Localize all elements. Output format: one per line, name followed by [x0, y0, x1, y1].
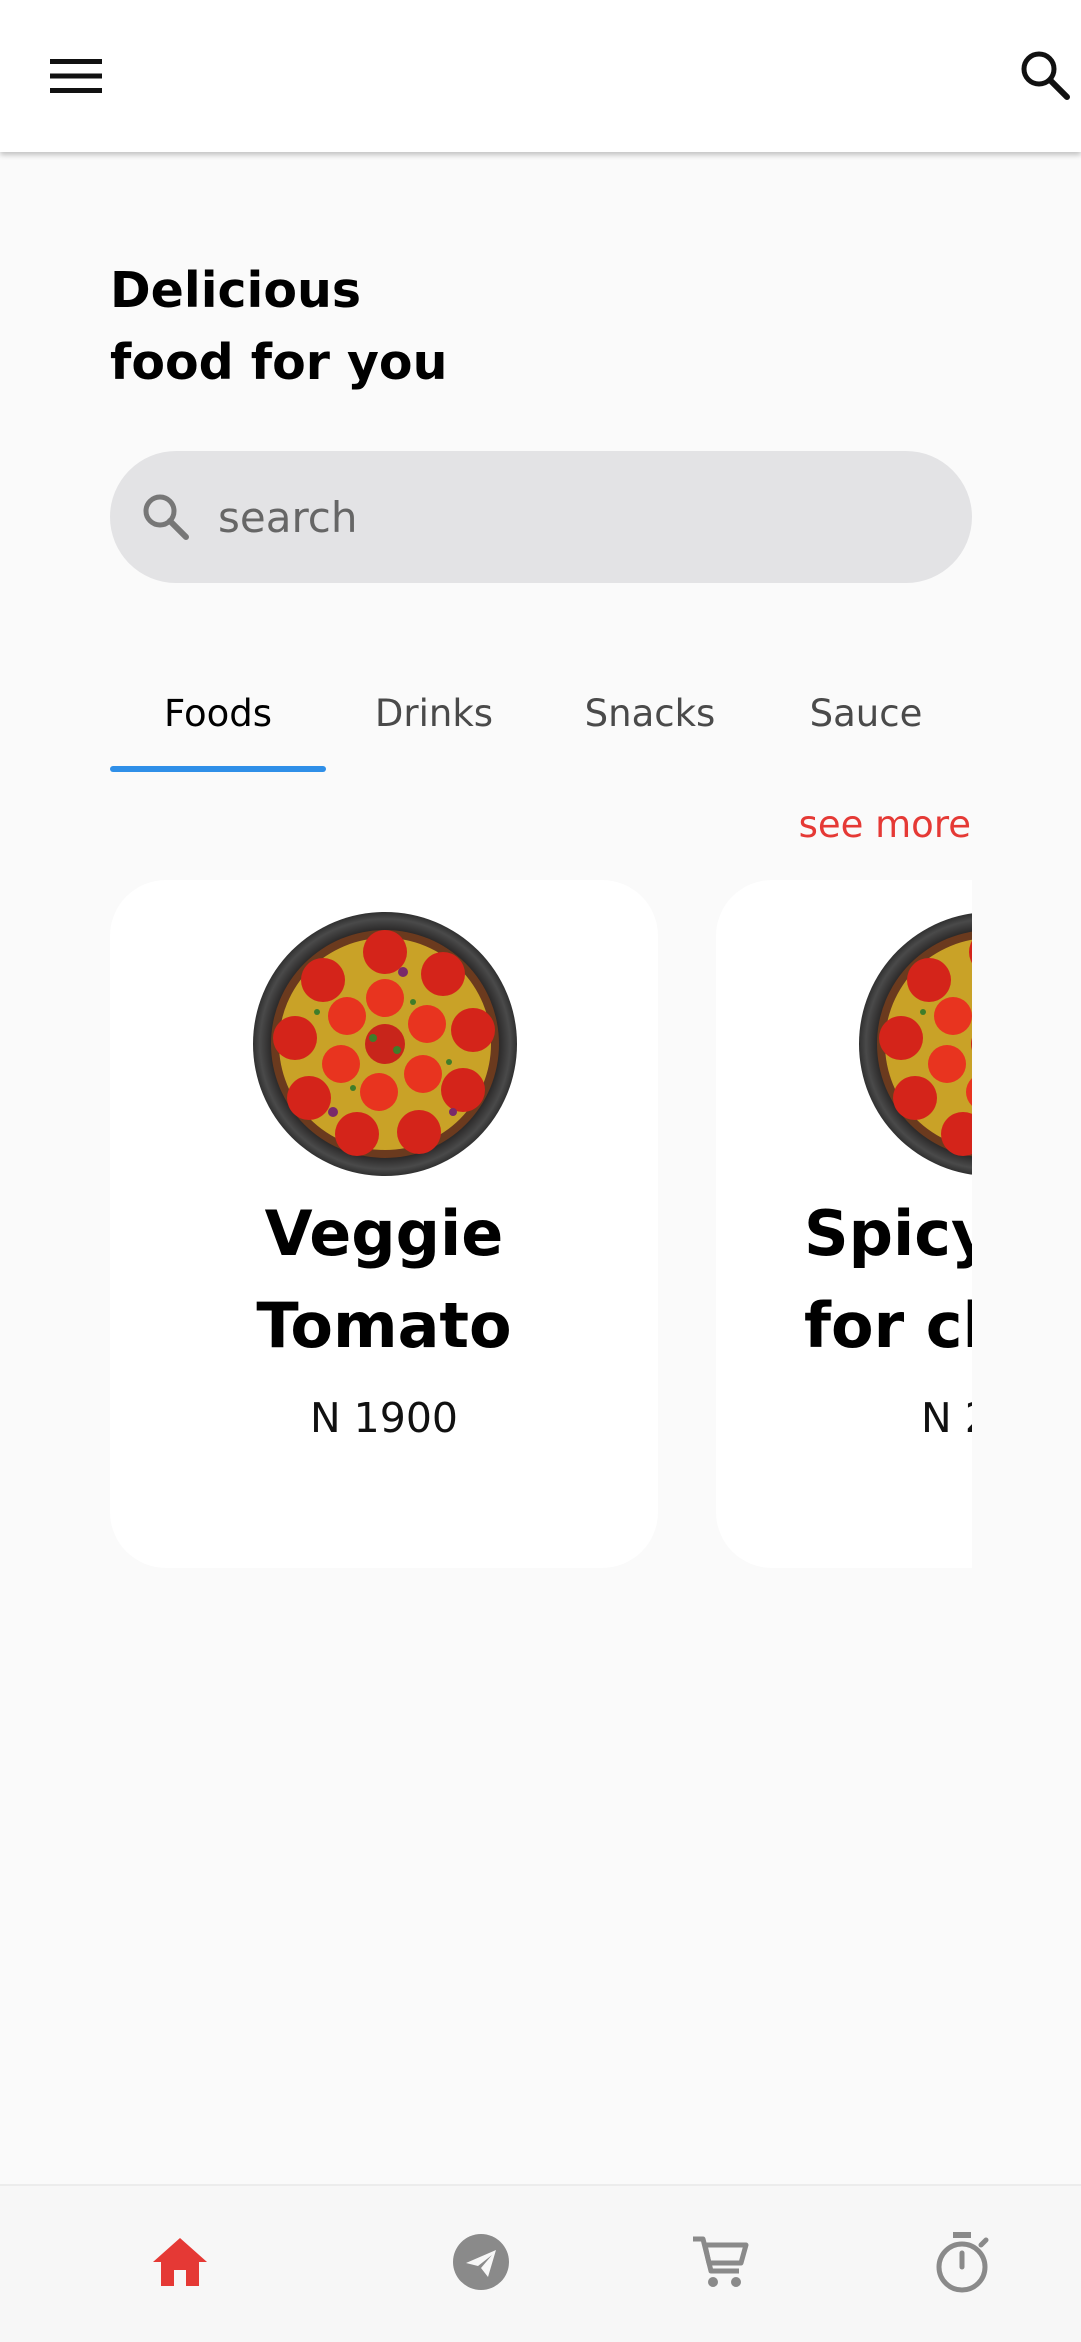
nav-cart[interactable] — [660, 2186, 780, 2342]
product-image — [859, 912, 972, 1176]
product-name-line-2: for ch — [804, 1289, 972, 1362]
tab-snacks[interactable]: Snacks — [542, 660, 758, 766]
bottom-navigation — [0, 2184, 1081, 2342]
product-card[interactable]: Spicy for ch N 2 — [716, 880, 972, 1568]
product-name: Spicy for ch — [804, 1188, 972, 1372]
product-card[interactable]: Veggie Tomato N 1900 — [110, 880, 658, 1568]
tab-sauce[interactable]: Sauce — [758, 660, 974, 766]
product-name-line-2: Tomato — [256, 1289, 512, 1362]
product-name: Veggie Tomato — [110, 1188, 658, 1372]
search-icon[interactable] — [1010, 40, 1080, 110]
product-price: N 2 — [921, 1394, 972, 1442]
nav-timer[interactable] — [902, 2186, 1022, 2342]
timer-icon — [933, 2231, 991, 2297]
category-tabs: Foods Drinks Snacks Sauce — [110, 660, 972, 772]
search-icon — [138, 489, 194, 545]
search-input[interactable] — [216, 491, 920, 543]
page-title-line-1: Delicious — [110, 262, 362, 319]
product-carousel[interactable]: Veggie Tomato N 1900 Spicy for c N — [110, 880, 972, 1570]
tab-foods[interactable]: Foods — [110, 660, 326, 766]
see-more-link[interactable]: see more — [799, 803, 971, 846]
page-title-line-2: food for you — [110, 334, 448, 391]
app-bar — [0, 0, 1081, 152]
nav-home[interactable] — [120, 2186, 240, 2342]
search-bar[interactable] — [110, 451, 972, 583]
send-icon — [452, 2233, 510, 2295]
cart-icon — [691, 2233, 749, 2295]
product-price: N 1900 — [309, 1394, 459, 1442]
home-icon — [151, 2236, 209, 2292]
tab-indicator — [110, 766, 326, 772]
menu-icon[interactable] — [40, 44, 112, 108]
page-title: Delicious food for you — [110, 255, 610, 399]
product-name-line-1: Veggie — [264, 1197, 504, 1270]
tab-drinks[interactable]: Drinks — [326, 660, 542, 766]
product-image — [253, 912, 517, 1176]
nav-send[interactable] — [421, 2186, 541, 2342]
product-name-line-1: Spicy — [804, 1197, 972, 1270]
